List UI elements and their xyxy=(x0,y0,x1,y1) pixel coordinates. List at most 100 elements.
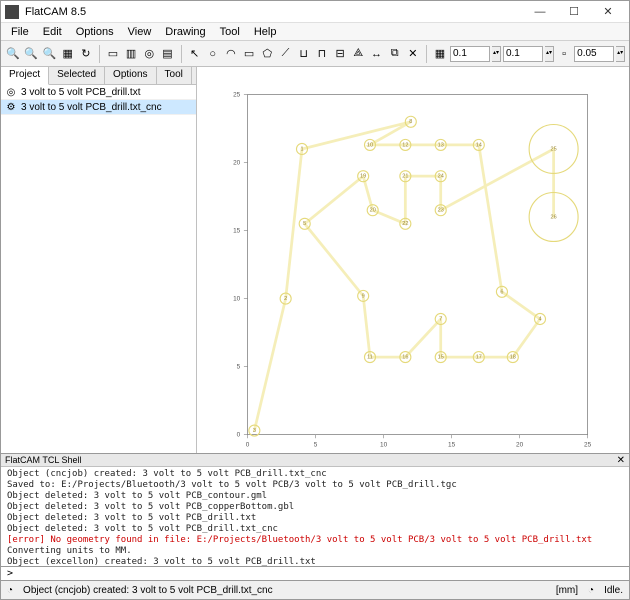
svg-text:7: 7 xyxy=(439,316,442,322)
select-icon[interactable]: ↖ xyxy=(186,45,202,63)
rectangle-icon[interactable]: ▭ xyxy=(241,45,257,63)
svg-text:20: 20 xyxy=(370,208,376,214)
move-icon[interactable]: ↔ xyxy=(368,45,384,63)
content-area: ProjectSelectedOptionsTool ◎3 volt to 5 … xyxy=(1,67,629,453)
open-gcode-icon[interactable]: ▤ xyxy=(159,45,175,63)
shell-output: Object (cncjob) created: 3 volt to 5 vol… xyxy=(1,467,629,567)
panel-tabs: ProjectSelectedOptionsTool xyxy=(1,67,196,85)
shell-line: Converting units to MM. xyxy=(7,546,623,557)
zoom-in-icon[interactable]: 🔍 xyxy=(5,45,21,63)
grid-x-field[interactable] xyxy=(450,46,490,62)
snap-icon[interactable]: ▫ xyxy=(556,45,572,63)
snap-field[interactable] xyxy=(574,46,614,62)
svg-text:0: 0 xyxy=(237,431,241,438)
menu-options[interactable]: Options xyxy=(70,25,120,39)
menu-file[interactable]: File xyxy=(5,25,35,39)
window-title: FlatCAM 8.5 xyxy=(25,6,523,18)
title-bar: FlatCAM 8.5 — ☐ ✕ xyxy=(1,1,629,23)
svg-text:14: 14 xyxy=(476,142,482,148)
status-idle-icon: ◔ xyxy=(588,585,594,596)
shell-header: FlatCAM TCL Shell ✕ xyxy=(1,453,629,467)
svg-text:17: 17 xyxy=(476,355,482,361)
svg-text:5: 5 xyxy=(314,442,318,449)
shell-line: Saved to: E:/Projects/Bluetooth/3 volt t… xyxy=(7,480,623,491)
svg-text:0: 0 xyxy=(246,442,250,449)
new-geometry-icon[interactable]: ▭ xyxy=(105,45,121,63)
list-item[interactable]: ⚙3 volt to 5 volt PCB_drill.txt_cnc xyxy=(1,100,196,115)
snap-spin[interactable]: ▴▾ xyxy=(616,46,625,62)
close-button[interactable]: ✕ xyxy=(591,2,625,22)
item-label: 3 volt to 5 volt PCB_drill.txt_cnc xyxy=(21,102,162,113)
plot-area[interactable]: 0510152025051015202512345678910111213141… xyxy=(197,67,629,453)
circle-icon[interactable]: ○ xyxy=(205,45,221,63)
open-gerber-icon[interactable]: ▥ xyxy=(123,45,139,63)
shell-line: [error] No geometry found in file: E:/Pr… xyxy=(7,535,623,546)
svg-text:25: 25 xyxy=(551,146,557,152)
shell-input[interactable]: > xyxy=(1,567,629,581)
grid-y-spin[interactable]: ▴▾ xyxy=(545,46,554,62)
polygon-icon[interactable]: ⬠ xyxy=(259,45,275,63)
separator xyxy=(99,45,100,63)
svg-text:4: 4 xyxy=(538,316,541,322)
svg-text:3: 3 xyxy=(253,428,256,434)
status-units: [mm] xyxy=(556,585,578,596)
menu-drawing[interactable]: Drawing xyxy=(159,25,211,39)
subtract-icon[interactable]: ⊟ xyxy=(332,45,348,63)
tab-project[interactable]: Project xyxy=(1,67,49,85)
svg-text:20: 20 xyxy=(233,159,241,166)
union-icon[interactable]: ⊔ xyxy=(296,45,312,63)
menu-tool[interactable]: Tool xyxy=(214,25,246,39)
svg-text:19: 19 xyxy=(360,174,366,180)
svg-text:13: 13 xyxy=(438,142,444,148)
svg-text:10: 10 xyxy=(367,142,373,148)
svg-text:15: 15 xyxy=(438,355,444,361)
replot-icon[interactable]: ↻ xyxy=(78,45,94,63)
app-icon xyxy=(5,5,19,19)
path-icon[interactable]: ⟋ xyxy=(277,45,293,63)
open-excellon-icon[interactable]: ◎ xyxy=(141,45,157,63)
svg-text:25: 25 xyxy=(584,442,592,449)
zoom-out-icon[interactable]: 🔍 xyxy=(23,45,39,63)
menu-view[interactable]: View xyxy=(122,25,158,39)
list-item[interactable]: ◎3 volt to 5 volt PCB_drill.txt xyxy=(1,85,196,100)
svg-text:15: 15 xyxy=(233,227,241,234)
svg-text:6: 6 xyxy=(500,289,503,295)
grid-x-spin[interactable]: ▴▾ xyxy=(492,46,501,62)
grid-y-field[interactable] xyxy=(503,46,543,62)
delete-icon[interactable]: ✕ xyxy=(405,45,421,63)
shell-line: Object deleted: 3 volt to 5 volt PCB_cop… xyxy=(7,502,623,513)
svg-text:22: 22 xyxy=(402,221,408,227)
status-idle: Idle. xyxy=(604,585,623,596)
grid-icon[interactable]: ▦ xyxy=(432,45,448,63)
maximize-button[interactable]: ☐ xyxy=(557,2,591,22)
cut-path-icon[interactable]: ⟁ xyxy=(350,45,366,63)
tab-selected[interactable]: Selected xyxy=(49,67,105,84)
svg-text:12: 12 xyxy=(402,142,408,148)
item-label: 3 volt to 5 volt PCB_drill.txt xyxy=(21,87,141,98)
svg-text:11: 11 xyxy=(367,355,373,361)
copy-icon[interactable]: ⧉ xyxy=(387,45,403,63)
menu-help[interactable]: Help xyxy=(248,25,283,39)
svg-text:10: 10 xyxy=(233,295,241,302)
svg-text:2: 2 xyxy=(284,296,287,302)
clear-plot-icon[interactable]: ▦ xyxy=(60,45,76,63)
shell-line: Object (excellon) created: 3 volt to 5 v… xyxy=(7,557,623,567)
shell-line: Object deleted: 3 volt to 5 volt PCB_dri… xyxy=(7,513,623,524)
status-bar: ◔ Object (cncjob) created: 3 volt to 5 v… xyxy=(1,581,629,599)
shell-line: Object deleted: 3 volt to 5 volt PCB_dri… xyxy=(7,524,623,535)
plot-canvas[interactable]: 0510152025051015202512345678910111213141… xyxy=(197,67,629,453)
intersection-icon[interactable]: ⊓ xyxy=(314,45,330,63)
zoom-fit-icon[interactable]: 🔍 xyxy=(41,45,57,63)
menu-edit[interactable]: Edit xyxy=(37,25,68,39)
tab-tool[interactable]: Tool xyxy=(157,67,192,84)
status-message: Object (cncjob) created: 3 volt to 5 vol… xyxy=(23,585,273,596)
menu-bar: FileEditOptionsViewDrawingToolHelp xyxy=(1,23,629,41)
svg-text:8: 8 xyxy=(409,119,412,125)
project-list: ◎3 volt to 5 volt PCB_drill.txt⚙3 volt t… xyxy=(1,85,196,453)
minimize-button[interactable]: — xyxy=(523,2,557,22)
svg-text:26: 26 xyxy=(551,214,557,220)
tab-options[interactable]: Options xyxy=(105,67,156,84)
shell-close-icon[interactable]: ✕ xyxy=(617,455,625,466)
svg-text:1: 1 xyxy=(300,146,303,152)
arc-icon[interactable]: ◠ xyxy=(223,45,239,63)
